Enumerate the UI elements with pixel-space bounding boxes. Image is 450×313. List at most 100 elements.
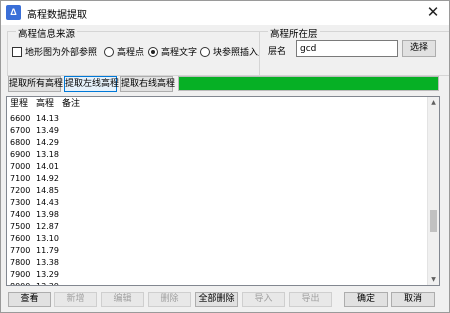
delete-all-button[interactable]: 全部删除 (195, 292, 238, 307)
table-row[interactable]: 6900 13.18 (7, 149, 419, 161)
cell-chainage: 6700 (10, 126, 31, 135)
close-button[interactable]: ✕ (423, 3, 443, 23)
radio-icon[interactable] (104, 46, 114, 57)
cell-elevation: 14.85 (36, 186, 59, 195)
table-row[interactable]: 7200 14.85 (7, 185, 419, 197)
table-row[interactable]: 7500 12.87 (7, 221, 419, 233)
radio-label: 高程文字 (161, 48, 198, 58)
table-row[interactable]: 6800 14.29 (7, 137, 419, 149)
select-layer-button[interactable]: 选择 (402, 40, 436, 57)
delete-button[interactable]: 删除 (148, 292, 191, 307)
cell-chainage: 7100 (10, 174, 31, 183)
edit-button[interactable]: 编辑 (101, 292, 144, 307)
layer-groupbox: 高程所在层 层名 gcd 选择 (259, 26, 449, 76)
table-row[interactable]: 7100 14.92 (7, 173, 419, 185)
cell-chainage: 7300 (10, 198, 31, 207)
cell-remark (59, 245, 419, 257)
cell-remark (59, 221, 419, 233)
cell-remark (59, 233, 419, 245)
cell-chainage: 6900 (10, 150, 31, 159)
radio-elevation-text[interactable]: 高程文字 (148, 45, 197, 58)
cell-remark (59, 173, 419, 185)
cell-elevation: 14.13 (36, 114, 59, 123)
progress-fill (179, 77, 438, 90)
cell-elevation: 14.29 (36, 138, 59, 147)
export-button[interactable]: 导出 (289, 292, 332, 307)
cell-remark (59, 185, 419, 197)
source-group-title: 高程信息来源 (16, 26, 78, 40)
cell-chainage: 8000 (7, 281, 33, 285)
checkbox-icon[interactable] (12, 46, 22, 57)
cell-chainage: 7500 (10, 222, 31, 231)
cell-remark (59, 161, 419, 173)
cell-chainage: 7000 (10, 162, 31, 171)
cell-chainage: 7700 (10, 246, 31, 255)
extract-all-button[interactable]: 提取所有高程 (8, 76, 63, 92)
table-row[interactable]: 800013.39 (7, 281, 419, 285)
cell-remark (59, 257, 419, 269)
extract-left-button[interactable]: 提取左线高程 (64, 76, 119, 92)
cell-chainage: 7200 (10, 186, 31, 195)
view-button[interactable]: 查看 (8, 292, 51, 307)
radio-label: 高程点 (117, 48, 145, 58)
progress-bar (178, 76, 439, 91)
table-row[interactable]: 7900 13.29 (7, 269, 419, 281)
cell-elevation: 11.79 (36, 246, 59, 255)
layer-group-title: 高程所在层 (268, 26, 320, 40)
table-row[interactable]: 6600 14.13 (7, 113, 419, 125)
add-button[interactable]: 新增 (54, 292, 97, 307)
cell-chainage: 7400 (10, 210, 31, 219)
table-row[interactable]: 7000 14.01 (7, 161, 419, 173)
elevation-table[interactable]: 里程 高程 备注 6600 14.13 6700 13.49 6800 14.29 6900… (6, 96, 440, 286)
cell-elevation: 12.87 (36, 222, 59, 231)
column-header-chainage[interactable]: 里程 (7, 97, 33, 112)
vertical-scrollbar[interactable]: ▲ ▼ (427, 97, 439, 285)
ok-button[interactable]: 确定 (344, 292, 388, 307)
cell-remark (59, 149, 419, 161)
title-bar: Δ 高程数据提取 ✕ (1, 1, 449, 25)
layer-name-label: 层名 (268, 47, 287, 57)
scroll-down-icon[interactable]: ▼ (428, 274, 439, 285)
cell-remark (59, 269, 419, 281)
cell-remark (59, 209, 419, 221)
cell-chainage: 6800 (10, 138, 31, 147)
source-groupbox: 高程信息来源 地形图为外部参照 高程点 高程文字 块参照插入点 (7, 26, 267, 76)
table-row[interactable]: 7600 13.10 (7, 233, 419, 245)
table-row[interactable]: 6700 13.49 (7, 125, 419, 137)
cancel-button[interactable]: 取消 (391, 292, 435, 307)
radio-selected-icon[interactable] (148, 46, 158, 57)
cell-elevation: 13.98 (36, 210, 59, 219)
cell-elevation: 13.29 (36, 270, 59, 279)
table-row[interactable]: 7800 13.38 (7, 257, 419, 269)
cell-remark (59, 197, 419, 209)
scroll-up-icon[interactable]: ▲ (428, 97, 439, 108)
cell-elevation: 14.01 (36, 162, 59, 171)
table-row[interactable]: 7300 14.43 (7, 197, 419, 209)
xref-checkbox[interactable]: 地形图为外部参照 (12, 45, 97, 58)
radio-icon[interactable] (200, 46, 210, 57)
layer-name-input[interactable]: gcd (296, 40, 398, 57)
app-logo-icon: Δ (6, 5, 21, 20)
cell-elevation: 13.18 (36, 150, 59, 159)
cell-remark (59, 125, 419, 137)
cell-elevation: 14.43 (36, 198, 59, 207)
table-row[interactable]: 7700 11.79 (7, 245, 419, 257)
cell-chainage: 7800 (10, 258, 31, 267)
cell-elevation: 13.10 (36, 234, 59, 243)
column-header-elevation[interactable]: 高程 (33, 97, 59, 112)
cell-remark (59, 137, 419, 149)
cell-chainage: 7900 (10, 270, 31, 279)
table-row[interactable]: 7400 13.98 (7, 209, 419, 221)
radio-elevation-point[interactable]: 高程点 (104, 45, 144, 58)
cell-elevation: 13.49 (36, 126, 59, 135)
xref-checkbox-label: 地形图为外部参照 (25, 48, 98, 58)
import-button[interactable]: 导入 (242, 292, 285, 307)
scroll-thumb[interactable] (430, 210, 437, 232)
column-header-remark[interactable]: 备注 (59, 97, 419, 112)
extract-right-button[interactable]: 提取右线高程 (120, 76, 175, 92)
window-title: 高程数据提取 (27, 10, 87, 21)
table-header: 里程 高程 备注 (7, 97, 419, 112)
radio-block-insert[interactable]: 块参照插入点 (200, 45, 267, 58)
cell-chainage: 6600 (10, 114, 31, 123)
cell-remark (59, 113, 419, 125)
